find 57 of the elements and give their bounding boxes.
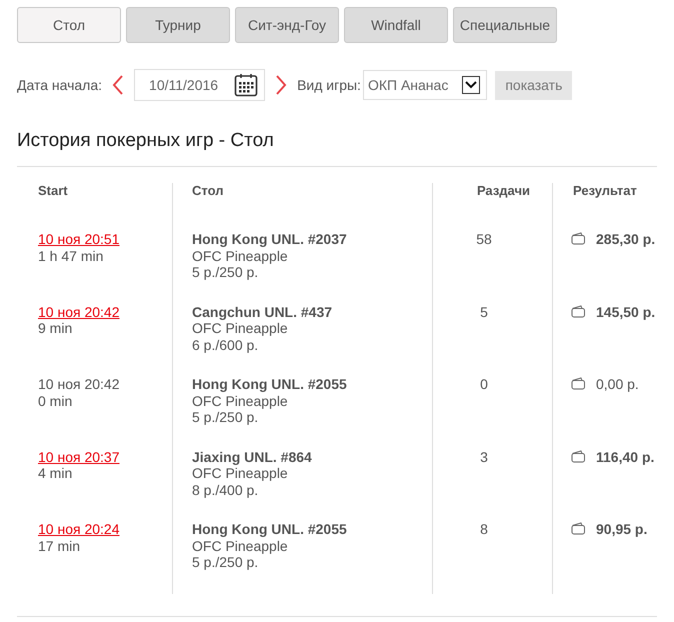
table-name: Jiaxing UNL. #864 xyxy=(192,448,312,465)
result-amount: 285,30 р. xyxy=(596,231,656,248)
dropdown-caret-icon[interactable] xyxy=(462,76,480,94)
start-time-link[interactable]: 10 ноя 20:51 xyxy=(38,231,120,248)
date-label: Дата начала: xyxy=(17,77,102,93)
tab[interactable]: Сит-энд-Гоу xyxy=(235,7,339,43)
duration: 1 h 47 min xyxy=(38,248,104,264)
wallet-icon xyxy=(571,304,586,318)
wallet-icon xyxy=(571,232,586,245)
table-name: Hong Kong UNL. #2055 xyxy=(192,521,347,538)
wallet-icon xyxy=(571,450,586,462)
duration: 17 min xyxy=(38,538,80,554)
date-field[interactable]: 10/11/2016 xyxy=(134,69,266,101)
game-type: OFC Pineapple xyxy=(192,538,288,554)
table-name: Hong Kong UNL. #2055 xyxy=(192,376,347,392)
result-amount: 90,95 р. xyxy=(596,521,648,538)
duration: 4 min xyxy=(38,465,72,482)
tab[interactable]: Стол xyxy=(17,7,121,43)
game-type: OFC Pineapple xyxy=(192,248,288,264)
page-heading: История покерных игр - Стол xyxy=(17,130,657,167)
start-time-link[interactable]: 10 ноя 20:37 xyxy=(38,448,120,465)
game-type: OFC Pineapple xyxy=(192,465,288,482)
game-type-label: Вид игры: xyxy=(297,77,361,93)
calendar-icon[interactable] xyxy=(234,73,258,97)
tab[interactable]: Специальные xyxy=(453,7,557,43)
start-time-link[interactable]: 10 ноя 20:42 xyxy=(38,304,120,320)
duration: 0 min xyxy=(38,392,72,409)
wallet-icon xyxy=(571,377,586,390)
hands-count: 8 xyxy=(480,521,488,538)
column-header: Результат xyxy=(552,183,657,231)
stakes: 8 р./400 р. xyxy=(192,482,258,498)
show-button[interactable]: показать xyxy=(495,70,572,100)
hands-count: 58 xyxy=(476,231,492,248)
result-amount: 0,00 р. xyxy=(596,376,639,392)
duration: 9 min xyxy=(38,320,72,336)
stakes: 5 р./250 р. xyxy=(192,554,258,570)
game-type: OFC Pineapple xyxy=(192,392,288,409)
start-time-link[interactable]: 10 ноя 20:24 xyxy=(38,521,120,538)
column-header: Раздачи xyxy=(432,183,552,231)
result-amount: 116,40 р. xyxy=(596,448,654,465)
start-time: 10 ноя 20:42 xyxy=(38,376,120,392)
column-header: Start xyxy=(37,183,69,200)
table-name: Cangchun UNL. #437 xyxy=(192,304,332,320)
game-type-dropdown[interactable]: ОКП Ананас xyxy=(362,70,488,100)
stakes: 5 р./250 р. xyxy=(192,409,258,426)
table-name: Hong Kong UNL. #2037 xyxy=(192,231,347,248)
result-amount: 145,50 р. xyxy=(596,304,656,320)
wallet-icon xyxy=(571,522,586,535)
hands-count: 3 xyxy=(480,448,488,465)
stakes: 5 р./250 р. xyxy=(192,264,258,280)
hands-count: 5 xyxy=(480,304,488,320)
stakes: 6 р./600 р. xyxy=(192,336,258,353)
tab[interactable]: Турнир xyxy=(126,7,230,43)
game-type: OFC Pineapple xyxy=(192,320,288,336)
column-header: Стол xyxy=(172,183,432,231)
tab[interactable]: Windfall xyxy=(344,7,448,43)
hands-count: 0 xyxy=(480,376,488,392)
